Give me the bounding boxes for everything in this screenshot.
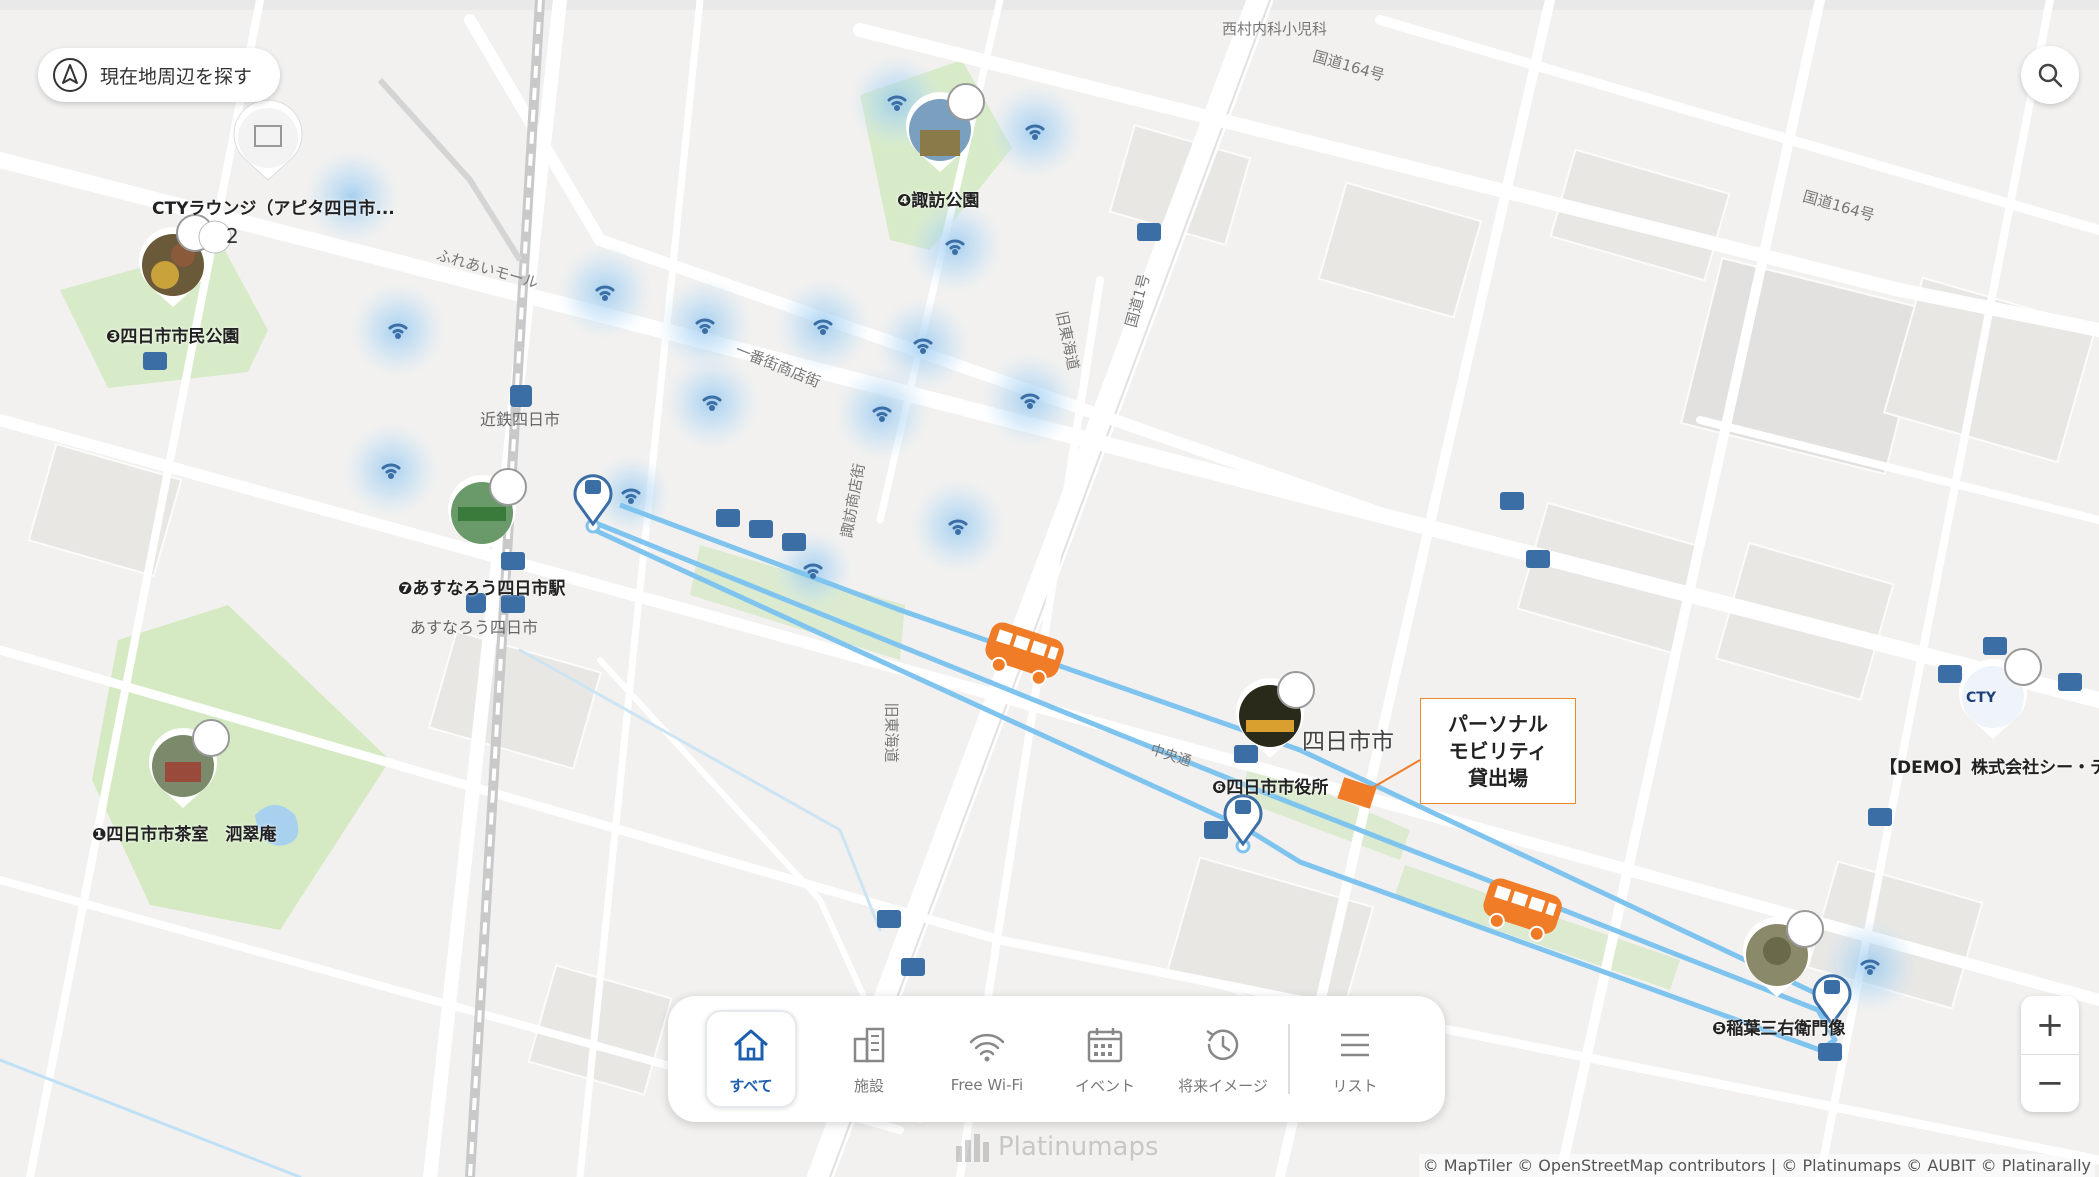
poi-label[interactable]: ❺稲葉三右衛門像 xyxy=(1712,1014,1845,1039)
search-button[interactable] xyxy=(2021,46,2079,104)
cluster-count[interactable]: 2 xyxy=(226,224,239,248)
poi-label[interactable]: ❼あすなろう四日市駅 xyxy=(398,574,565,599)
clinic-label: 西村内科小児科 xyxy=(1222,20,1328,38)
search-icon xyxy=(2038,63,2063,88)
poi-label[interactable]: ❹諏訪公園 xyxy=(897,186,979,211)
map-attribution[interactable]: © MapTiler © OpenStreetMap contributors … xyxy=(1418,1154,2095,1177)
calendar-icon xyxy=(1087,1027,1123,1062)
building-icon xyxy=(853,1027,885,1062)
city-label: 四日市市 xyxy=(1302,729,1394,755)
station-label: あすなろう四日市 xyxy=(410,618,539,637)
wifi-icon xyxy=(969,1033,1005,1062)
tab-label: イベント xyxy=(1074,1076,1135,1095)
poi-label[interactable]: ❻四日市市役所 xyxy=(1212,773,1328,798)
road-label: 旧東海道 xyxy=(882,702,901,763)
clock-history-icon xyxy=(1206,1029,1239,1060)
tab-label: すべて xyxy=(729,1076,773,1095)
tab-facilities[interactable]: 施設 xyxy=(810,1010,928,1108)
navigation-icon xyxy=(53,58,87,92)
tab-label: 施設 xyxy=(853,1076,884,1095)
zoom-in-button[interactable]: + xyxy=(2021,996,2079,1055)
poi-label[interactable]: CTYラウンジ（アピタ四日市... xyxy=(152,194,395,219)
zoom-control[interactable]: + − xyxy=(2021,996,2079,1112)
locate-label: 現在地周辺を探す xyxy=(100,65,253,88)
station-label: 近鉄四日市 xyxy=(480,410,561,429)
poi-label[interactable]: 【DEMO】株式会社シー・テ xyxy=(1880,753,2099,778)
logo-text: CTY xyxy=(1966,690,1996,706)
tab-label: Free Wi-Fi xyxy=(950,1076,1024,1094)
tab-divider xyxy=(1288,1024,1290,1094)
poi-label[interactable]: ❶四日市市茶室 泗翠庵 xyxy=(92,820,276,845)
tab-free-wifi[interactable]: Free Wi-Fi xyxy=(928,1010,1046,1108)
poi-label[interactable]: ❸四日市市民公園 xyxy=(106,322,239,347)
tab-events[interactable]: イベント xyxy=(1046,1010,1164,1108)
platinumaps-logo-icon xyxy=(956,1134,989,1162)
list-icon xyxy=(1341,1033,1369,1056)
tab-list[interactable]: リスト xyxy=(1296,1010,1414,1108)
category-tab-bar: すべて 施設 Free Wi-Fi イベント 将来イメージ リスト xyxy=(668,996,1445,1122)
tab-label: 将来イメージ xyxy=(1178,1076,1268,1095)
tab-all[interactable]: すべて xyxy=(705,1010,797,1108)
platinumaps-watermark: Platinumaps xyxy=(956,1132,1159,1162)
zoom-out-button[interactable]: − xyxy=(2021,1055,2079,1113)
tab-label: リスト xyxy=(1332,1076,1378,1095)
tab-future-image[interactable]: 将来イメージ xyxy=(1164,1010,1282,1108)
home-icon xyxy=(734,1029,768,1060)
mobility-callout[interactable]: パーソナル モビリティ 貸出場 xyxy=(1420,698,1576,804)
locate-nearby-button[interactable]: 現在地周辺を探す xyxy=(38,48,280,102)
watermark-text: Platinumaps xyxy=(998,1132,1159,1162)
